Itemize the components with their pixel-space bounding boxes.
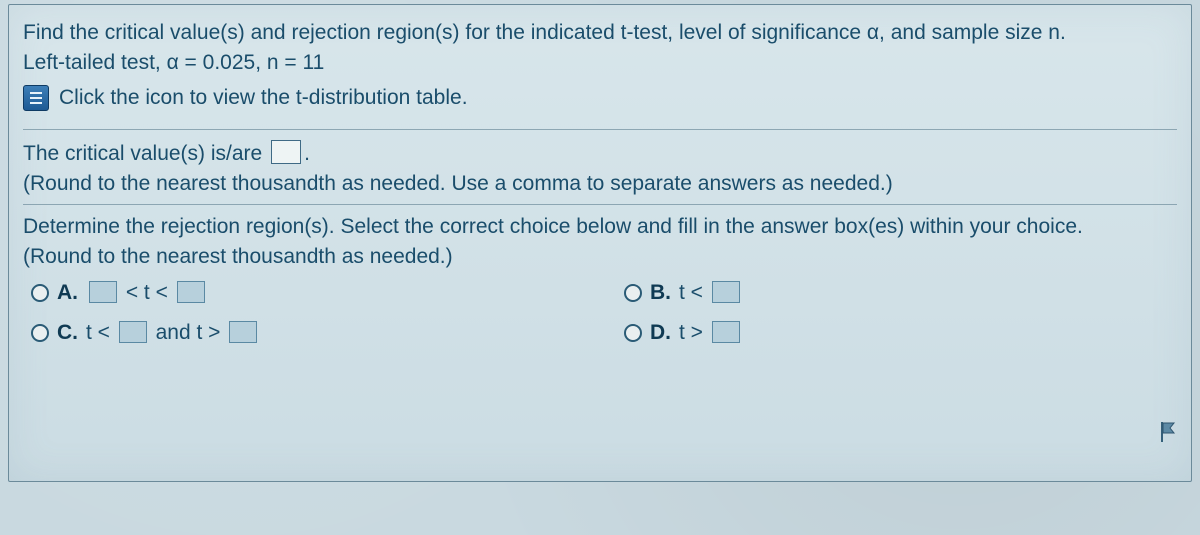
choice-a-mid: < t <: [120, 281, 174, 304]
document-icon[interactable]: [23, 85, 49, 111]
choice-c-mid: and t >: [150, 321, 226, 344]
critical-value-suffix: .: [304, 142, 310, 165]
rejection-region-section: Determine the rejection region(s). Selec…: [23, 215, 1177, 345]
question-line-1: Find the critical value(s) and rejection…: [23, 21, 1177, 45]
choice-c-label: C.: [57, 321, 78, 345]
choice-a-input-2[interactable]: [177, 281, 205, 303]
critical-value-prefix: The critical value(s) is/are: [23, 142, 268, 165]
rejection-hint: (Round to the nearest thousandth as need…: [23, 245, 1177, 269]
radio-b[interactable]: [624, 284, 642, 302]
t-table-link[interactable]: Click the icon to view the t-distributio…: [59, 86, 468, 110]
document-icon-bars: [30, 92, 42, 104]
choice-d-input[interactable]: [712, 321, 740, 343]
choice-b-label: B.: [650, 281, 671, 305]
choice-c-expr1: t <: [86, 321, 116, 344]
divider-1: [23, 129, 1177, 130]
problem-card: Find the critical value(s) and rejection…: [8, 4, 1192, 482]
divider-2: [23, 204, 1177, 205]
choice-d-label: D.: [650, 321, 671, 345]
radio-d[interactable]: [624, 324, 642, 342]
choice-c[interactable]: C. t < and t >: [31, 321, 584, 345]
choice-grid: A. < t < B. t < C. t < and t >: [23, 281, 1177, 345]
rejection-prompt: Determine the rejection region(s). Selec…: [23, 215, 1177, 239]
critical-value-section: The critical value(s) is/are . (Round to…: [23, 140, 1177, 196]
choice-c-input-2[interactable]: [229, 321, 257, 343]
flag-icon[interactable]: [1159, 421, 1177, 443]
choice-b-expr: t <: [679, 281, 709, 304]
critical-value-hint: (Round to the nearest thousandth as need…: [23, 172, 1177, 196]
radio-c[interactable]: [31, 324, 49, 342]
choice-d[interactable]: D. t >: [624, 321, 1177, 345]
choice-a[interactable]: A. < t <: [31, 281, 584, 305]
choice-b[interactable]: B. t <: [624, 281, 1177, 305]
choice-a-label: A.: [57, 281, 78, 305]
question-line-2: Left-tailed test, α = 0.025, n = 11: [23, 51, 1177, 75]
critical-value-input[interactable]: [271, 140, 301, 164]
choice-a-input-1[interactable]: [89, 281, 117, 303]
question-block: Find the critical value(s) and rejection…: [23, 21, 1177, 121]
choice-b-input[interactable]: [712, 281, 740, 303]
choice-d-expr: t >: [679, 321, 709, 344]
radio-a[interactable]: [31, 284, 49, 302]
choice-c-input-1[interactable]: [119, 321, 147, 343]
